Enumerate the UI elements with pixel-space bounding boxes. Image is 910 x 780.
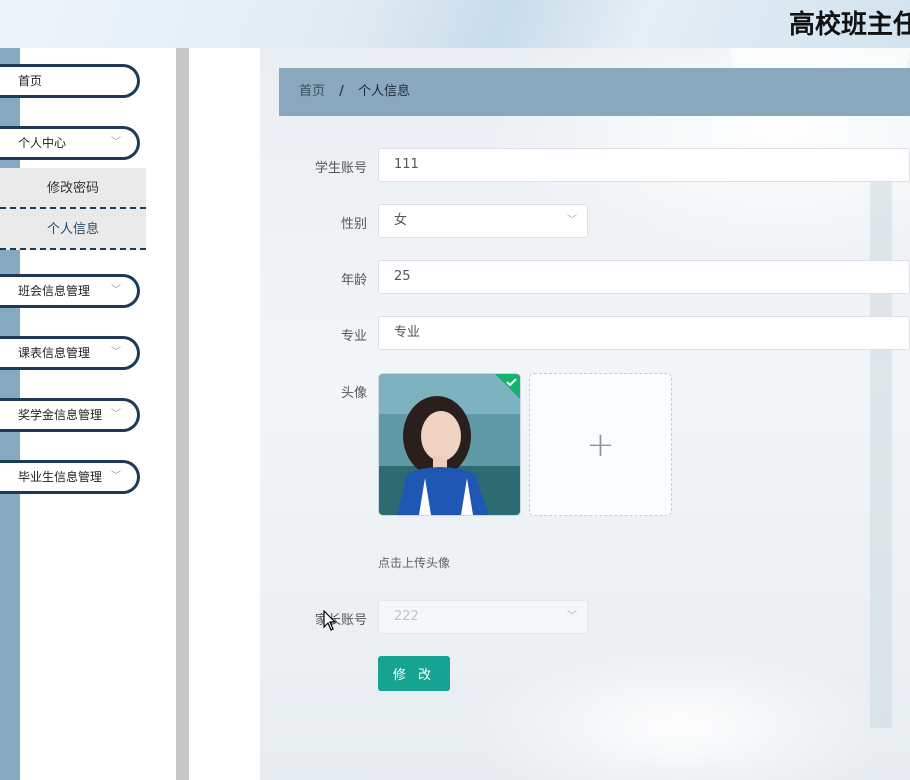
- sidebar-item-personal-center[interactable]: 个人中心 ﹀: [0, 126, 140, 160]
- gender-label: 性别: [340, 217, 367, 232]
- submenu-personal-center: 修改密码 个人信息: [0, 168, 146, 250]
- chevron-down-icon: ﹀: [111, 409, 121, 420]
- sidebar-item-scholarship[interactable]: 奖学金信息管理 ﹀: [0, 398, 140, 432]
- sidebar-item-timetable[interactable]: 课表信息管理 ﹀: [0, 336, 140, 370]
- parent-account-value: 222: [394, 609, 419, 624]
- breadcrumb-current: 个人信息: [358, 84, 411, 99]
- avatar-photo: [379, 374, 520, 515]
- sidebar-item-class-meeting[interactable]: 班会信息管理 ﹀: [0, 274, 140, 308]
- breadcrumb-home[interactable]: 首页: [299, 84, 325, 99]
- chevron-down-icon: ﹀: [111, 471, 121, 482]
- sidebar-divider: [176, 48, 189, 780]
- chevron-down-icon: ﹀: [111, 137, 121, 148]
- avatar-label: 头像: [340, 386, 367, 401]
- sidebar-item-label: 个人中心: [18, 136, 67, 150]
- major-label: 专业: [340, 329, 367, 344]
- sidebar-item-label: 奖学金信息管理: [18, 408, 103, 422]
- sidebar-item-label: 班会信息管理: [18, 284, 91, 298]
- breadcrumb: 首页 / 个人信息: [279, 68, 910, 116]
- app-title: 高校班主任: [789, 10, 910, 40]
- avatar-upload-hint: 点击上传头像: [378, 556, 451, 570]
- gender-select-value: 女: [394, 213, 408, 228]
- sidebar-item-label: 课表信息管理: [18, 346, 91, 360]
- gender-select[interactable]: 女 ﹀: [378, 204, 588, 238]
- chevron-down-icon: ﹀: [567, 215, 577, 226]
- parent-account-select: 222 ﹀: [378, 600, 588, 634]
- sidebar-item-personal-info[interactable]: 个人信息: [0, 209, 146, 250]
- mouse-cursor-icon: [323, 610, 337, 631]
- chevron-down-icon: ﹀: [567, 611, 577, 622]
- chevron-down-icon: ﹀: [111, 285, 121, 296]
- sidebar-item-label: 首页: [18, 74, 43, 88]
- age-label: 年龄: [340, 273, 367, 288]
- background-decoration: [870, 168, 892, 728]
- avatar-upload-button[interactable]: +: [529, 373, 672, 516]
- breadcrumb-separator: /: [339, 84, 344, 99]
- sidebar-item-change-password[interactable]: 修改密码: [0, 168, 146, 209]
- age-input[interactable]: 25: [378, 260, 910, 294]
- chevron-down-icon: ﹀: [111, 347, 121, 358]
- student-account-label: 学生账号: [314, 161, 367, 176]
- major-input[interactable]: 专业: [378, 316, 910, 350]
- submit-button[interactable]: 修 改: [378, 656, 450, 691]
- sidebar-item-graduates[interactable]: 毕业生信息管理 ﹀: [0, 460, 140, 494]
- content-gutter: [189, 48, 260, 780]
- avatar-image[interactable]: [378, 373, 521, 516]
- student-account-input[interactable]: 111: [378, 148, 910, 182]
- sidebar-item-label: 毕业生信息管理: [18, 470, 103, 484]
- plus-icon: +: [586, 424, 615, 465]
- sidebar-item-home[interactable]: 首页: [0, 64, 140, 98]
- top-header: 高校班主任: [0, 0, 910, 48]
